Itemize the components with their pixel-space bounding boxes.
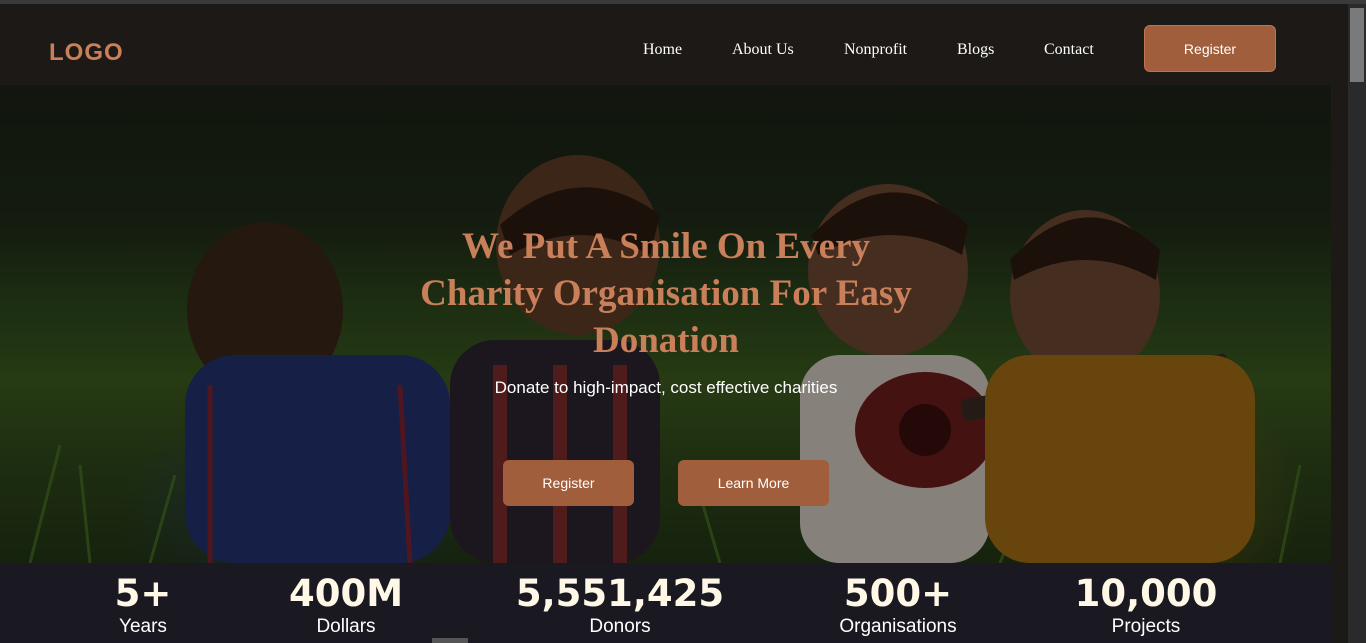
hero-title: We Put A Smile On Every Charity Organisa…	[420, 226, 912, 361]
scrollbar-thumb[interactable]	[1350, 8, 1364, 82]
hero-register-button[interactable]: Register	[503, 460, 634, 506]
stat-label: Projects	[1111, 616, 1181, 637]
stat-value: 500+	[843, 572, 953, 615]
stat-dollars: 400M Dollars	[266, 571, 426, 637]
stat-value: 400M	[288, 572, 404, 615]
stats-bar: 5+ Years 400M Dollars 5,551,425 Donors 5…	[0, 563, 1331, 643]
header-register-button[interactable]: Register	[1144, 25, 1276, 72]
stat-value: 10,000	[1074, 572, 1218, 615]
stat-organisations: 500+ Organisations	[818, 571, 978, 637]
stat-years: 5+ Years	[93, 571, 193, 637]
scrollbar-track[interactable]	[1348, 4, 1366, 643]
stat-donors: 5,551,425 Donors	[510, 571, 730, 637]
stat-label: Dollars	[316, 616, 376, 637]
stat-projects: 10,000 Projects	[1066, 571, 1226, 637]
site-header: LOGO Home About Us Nonprofit Blogs Conta…	[0, 4, 1348, 85]
stat-label: Donors	[589, 616, 651, 637]
stat-label: Organisations	[839, 616, 957, 637]
hero-section: We Put A Smile On Every Charity Organisa…	[0, 85, 1331, 563]
nav-about-us[interactable]: About Us	[732, 41, 794, 59]
site-logo[interactable]: LOGO	[49, 39, 124, 67]
stat-value: 5+	[114, 572, 172, 615]
nav-blogs[interactable]: Blogs	[957, 41, 994, 59]
horizontal-scroll-handle[interactable]	[432, 638, 468, 643]
nav-nonprofit[interactable]: Nonprofit	[844, 41, 907, 59]
hero-right-gutter	[1331, 85, 1348, 563]
nav-contact[interactable]: Contact	[1044, 41, 1094, 59]
stat-label: Years	[119, 616, 167, 637]
nav-home[interactable]: Home	[643, 41, 682, 59]
hero-subtitle: Donate to high-impact, cost effective ch…	[494, 378, 838, 397]
stat-value: 5,551,425	[515, 572, 725, 615]
hero-learn-more-button[interactable]: Learn More	[678, 460, 829, 506]
